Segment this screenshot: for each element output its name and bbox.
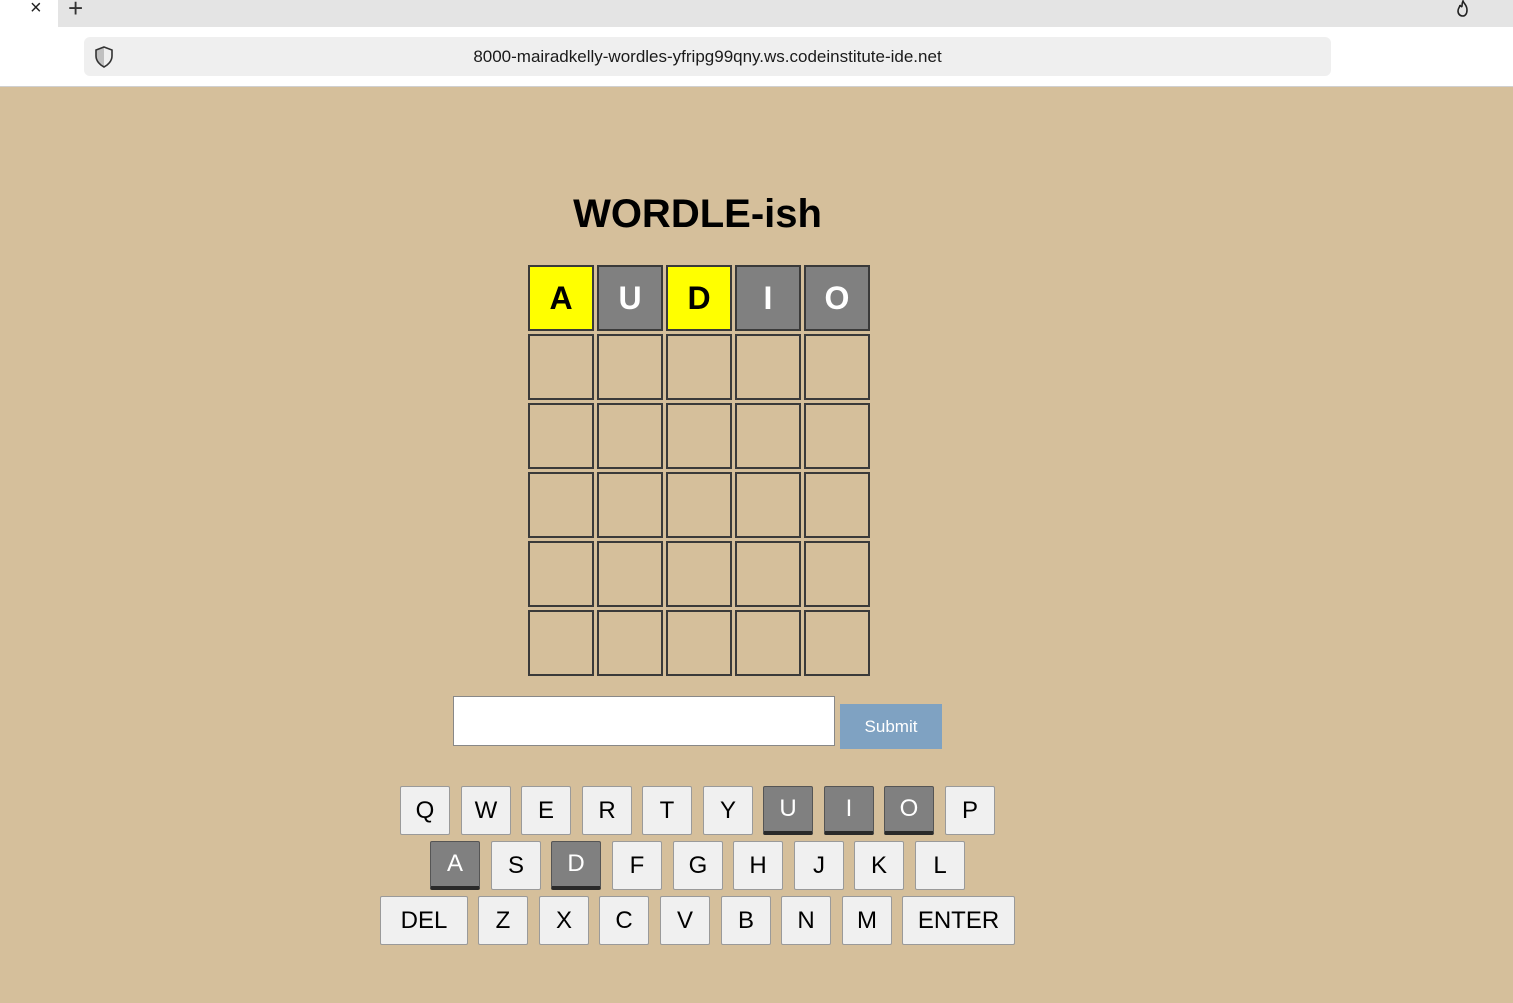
board-tile — [735, 334, 801, 400]
key-q[interactable]: Q — [400, 786, 450, 835]
page-title: WORDLE-ish — [573, 192, 822, 236]
board-tile — [804, 541, 870, 607]
board-tile — [666, 541, 732, 607]
key-l[interactable]: L — [915, 841, 965, 890]
tab-strip: × + — [0, 0, 1513, 27]
board-tile: D — [666, 265, 732, 331]
board-tile — [597, 403, 663, 469]
board-tile — [666, 334, 732, 400]
board-tile — [597, 610, 663, 676]
key-d[interactable]: D — [551, 841, 601, 890]
key-p[interactable]: P — [945, 786, 995, 835]
flame-icon[interactable] — [1454, 0, 1472, 18]
board-tile — [666, 472, 732, 538]
board-tile — [528, 472, 594, 538]
key-del[interactable]: DEL — [380, 896, 468, 945]
close-tab-icon[interactable]: × — [30, 0, 42, 18]
board-tile — [804, 403, 870, 469]
board-tile — [735, 472, 801, 538]
new-tab-icon[interactable]: + — [68, 0, 83, 21]
key-v[interactable]: V — [660, 896, 710, 945]
key-y[interactable]: Y — [703, 786, 753, 835]
key-t[interactable]: T — [642, 786, 692, 835]
key-x[interactable]: X — [539, 896, 589, 945]
board-tile — [597, 334, 663, 400]
key-r[interactable]: R — [582, 786, 632, 835]
board-tile — [804, 334, 870, 400]
board-tile — [735, 403, 801, 469]
active-tab[interactable]: × — [0, 0, 58, 27]
board-tile: O — [804, 265, 870, 331]
board-tile — [804, 610, 870, 676]
board-tile — [804, 472, 870, 538]
board-tile — [735, 541, 801, 607]
url-text: 8000-mairadkelly-wordles-yfripg99qny.ws.… — [473, 47, 942, 66]
key-m[interactable]: M — [842, 896, 892, 945]
key-z[interactable]: Z — [478, 896, 528, 945]
board-tile — [528, 403, 594, 469]
key-w[interactable]: W — [461, 786, 511, 835]
key-c[interactable]: C — [599, 896, 649, 945]
board-tile — [666, 403, 732, 469]
board-tile — [528, 334, 594, 400]
board-tile — [528, 541, 594, 607]
board-tile — [735, 610, 801, 676]
key-h[interactable]: H — [733, 841, 783, 890]
key-g[interactable]: G — [673, 841, 723, 890]
key-enter[interactable]: ENTER — [902, 896, 1015, 945]
key-j[interactable]: J — [794, 841, 844, 890]
key-u[interactable]: U — [763, 786, 813, 835]
key-f[interactable]: F — [612, 841, 662, 890]
key-o[interactable]: O — [884, 786, 934, 835]
key-s[interactable]: S — [491, 841, 541, 890]
board-tile: A — [528, 265, 594, 331]
board-tile: U — [597, 265, 663, 331]
guess-input[interactable] — [453, 696, 835, 746]
board-tile — [528, 610, 594, 676]
board-tile — [666, 610, 732, 676]
board-tile: I — [735, 265, 801, 331]
key-b[interactable]: B — [721, 896, 771, 945]
submit-button[interactable]: Submit — [840, 704, 942, 749]
key-e[interactable]: E — [521, 786, 571, 835]
address-bar[interactable]: 8000-mairadkelly-wordles-yfripg99qny.ws.… — [84, 37, 1331, 76]
key-i[interactable]: I — [824, 786, 874, 835]
browser-toolbar: 8000-mairadkelly-wordles-yfripg99qny.ws.… — [0, 27, 1513, 87]
key-n[interactable]: N — [781, 896, 831, 945]
key-a[interactable]: A — [430, 841, 480, 890]
board-tile — [597, 472, 663, 538]
board-tile — [597, 541, 663, 607]
key-k[interactable]: K — [854, 841, 904, 890]
